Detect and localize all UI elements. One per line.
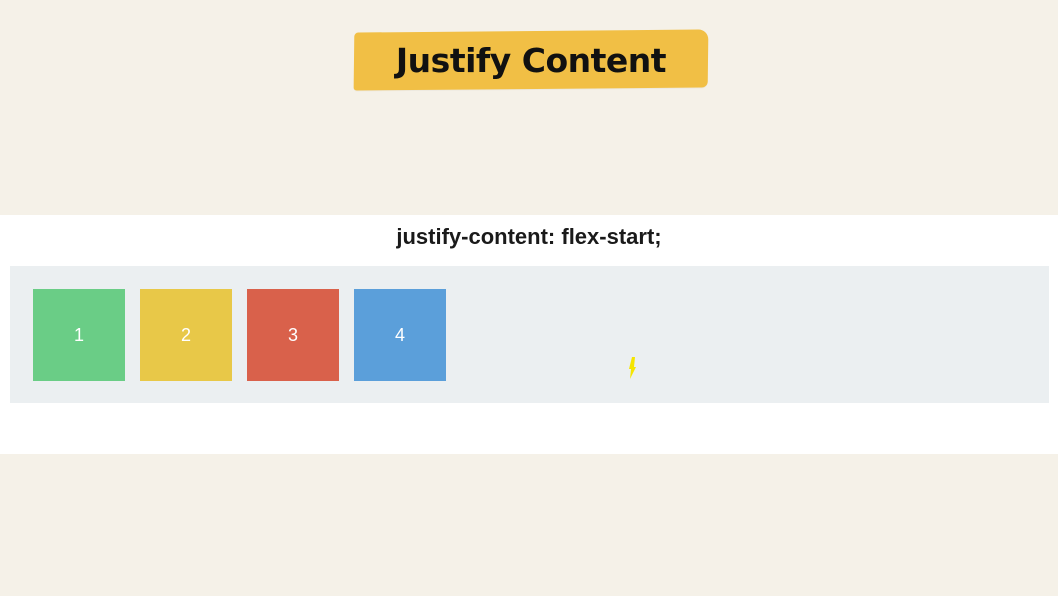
flex-container: 1 2 3 4	[10, 266, 1049, 403]
flex-item-label: 3	[287, 324, 298, 345]
flex-item-4: 4	[354, 289, 446, 381]
css-property-label: justify-content: flex-start;	[396, 224, 662, 249]
flex-item-2: 2	[140, 289, 232, 381]
flex-item-label: 1	[73, 324, 84, 345]
page-title: Justify Content	[395, 40, 667, 80]
flex-item-3: 3	[247, 289, 339, 381]
demo-panel: justify-content: flex-start; 1 2 3 4	[0, 215, 1058, 454]
flex-item-label: 4	[394, 324, 405, 345]
flex-item-label: 2	[180, 324, 191, 345]
flex-item-1: 1	[33, 289, 125, 381]
pointer-cursor-icon	[629, 357, 636, 379]
